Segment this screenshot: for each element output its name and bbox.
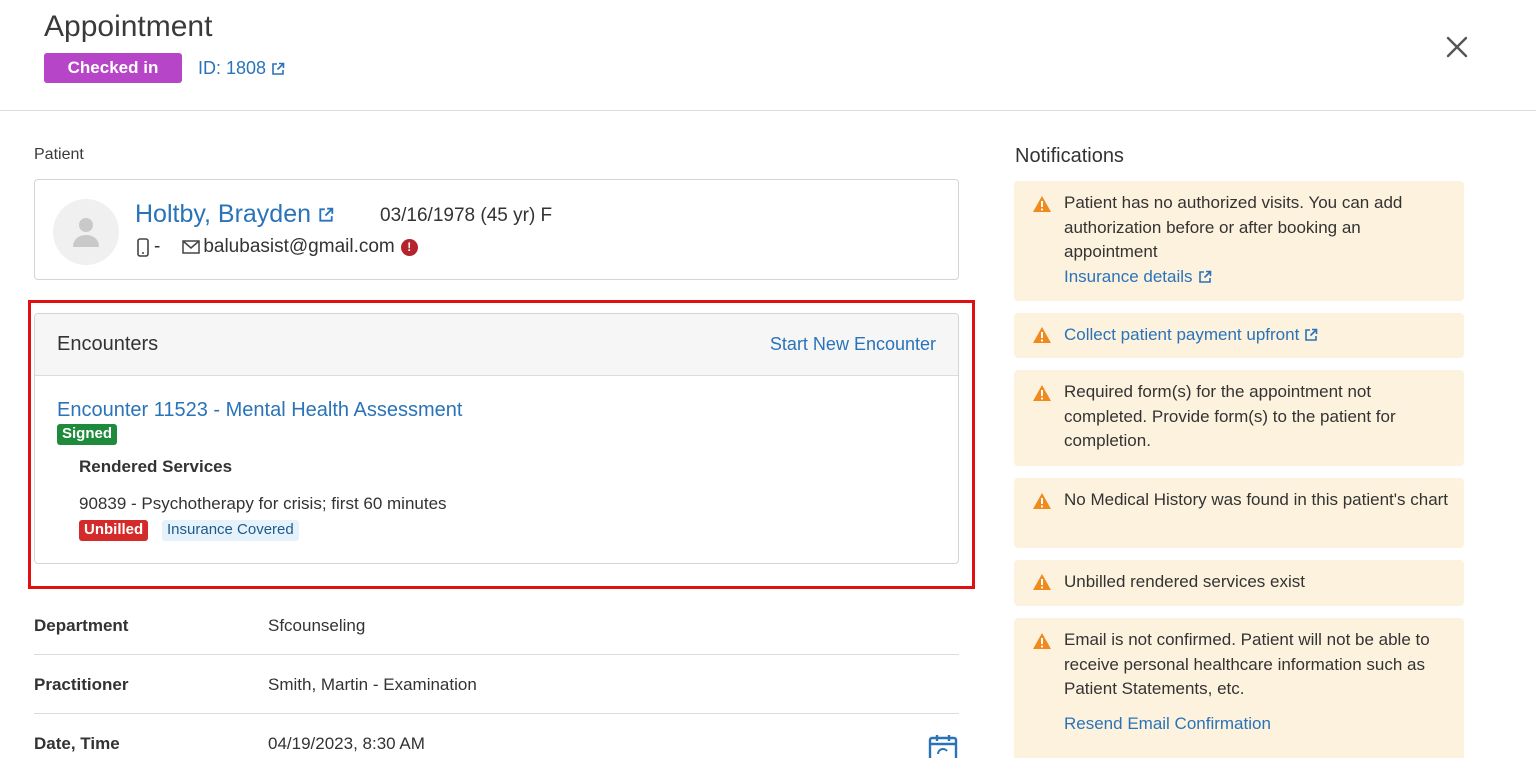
signed-badge: Signed	[57, 424, 118, 445]
detail-label: Practitioner	[34, 675, 129, 694]
notification-item: Collect patient payment upfront	[1014, 313, 1464, 358]
notification-text: Required form(s) for the appointment not…	[1064, 382, 1396, 450]
phone-icon	[137, 237, 149, 257]
phone-item: -	[137, 236, 160, 258]
patient-section-label: Patient	[34, 146, 84, 163]
warning-icon	[1033, 385, 1051, 401]
email-item: balubasist@gmail.com	[182, 236, 395, 258]
page-title: Appointment	[44, 10, 213, 43]
service-description: 90839 - Psychotherapy for crisis; first …	[79, 494, 447, 513]
start-new-encounter-button[interactable]: Start New Encounter	[770, 334, 936, 355]
notification-item: Patient has no authorized visits. You ca…	[1014, 181, 1464, 301]
notifications-title: Notifications	[1015, 145, 1124, 167]
appointment-id-label: ID: 1808	[198, 58, 267, 78]
link-label: Collect patient payment upfront	[1064, 325, 1300, 344]
insurance-details-link[interactable]: Insurance details	[1064, 265, 1212, 290]
external-link-icon	[1198, 270, 1211, 283]
patient-contact: - balubasist@gmail.com !	[137, 236, 418, 258]
insurance-covered-badge: Insurance Covered	[162, 520, 299, 541]
avatar	[53, 199, 119, 265]
detail-row-date-time: Date, Time 04/19/2023, 8:30 AM	[34, 714, 959, 758]
detail-label: Date, Time	[34, 734, 120, 753]
collect-payment-link[interactable]: Collect patient payment upfront	[1064, 323, 1318, 348]
close-icon	[1446, 36, 1468, 58]
user-icon	[73, 218, 99, 247]
resend-email-confirmation-link[interactable]: Resend Email Confirmation	[1064, 712, 1271, 737]
notification-text: No Medical History was found in this pat…	[1064, 490, 1449, 509]
encounter-link[interactable]: Encounter 11523 - Mental Health Assessme…	[57, 399, 462, 422]
patient-name: Holtby, Brayden	[135, 200, 312, 228]
external-link-icon	[272, 62, 285, 75]
notification-text: Patient has no authorized visits. You ca…	[1064, 193, 1403, 261]
calendar-refresh-icon	[928, 735, 958, 758]
warning-icon	[1033, 196, 1051, 212]
mail-icon	[182, 240, 201, 254]
patient-card: Holtby, Brayden 03/16/1978 (45 yr) F - b…	[34, 179, 959, 280]
warning-icon	[1033, 633, 1051, 649]
warning-icon	[1033, 574, 1051, 590]
close-button[interactable]	[1440, 30, 1474, 64]
notification-item: Required form(s) for the appointment not…	[1014, 370, 1464, 466]
modal-header: Appointment Checked in ID: 1808	[0, 0, 1536, 111]
email-error-icon: !	[400, 238, 418, 256]
link-label: Insurance details	[1064, 266, 1193, 286]
notification-text: Email is not confirmed. Patient will not…	[1064, 630, 1430, 698]
encounters-title: Encounters	[57, 333, 159, 355]
detail-row-practitioner: Practitioner Smith, Martin - Examination	[34, 655, 959, 714]
detail-value: Smith, Martin - Examination	[268, 675, 477, 694]
patient-email: balubasist@gmail.com	[203, 236, 395, 257]
notification-text: Unbilled rendered services exist	[1064, 572, 1305, 591]
appointment-id-link[interactable]: ID: 1808	[198, 58, 285, 79]
external-link-icon	[1305, 328, 1318, 342]
notification-item: No Medical History was found in this pat…	[1014, 478, 1464, 548]
notification-item: Email is not confirmed. Patient will not…	[1014, 618, 1464, 758]
external-link-icon	[319, 207, 334, 222]
detail-value: 04/19/2023, 8:30 AM	[268, 734, 425, 753]
notification-item: Unbilled rendered services exist	[1014, 560, 1464, 606]
detail-value: Sfcounseling	[268, 616, 366, 635]
encounters-card: Encounters Start New Encounter Encounter…	[34, 313, 959, 564]
unbilled-badge: Unbilled	[79, 520, 149, 541]
warning-icon	[1033, 327, 1051, 343]
patient-dob: 03/16/1978 (45 yr) F	[380, 205, 553, 226]
warning-icon	[1033, 493, 1051, 509]
detail-label: Department	[34, 616, 129, 635]
encounters-header: Encounters Start New Encounter	[35, 314, 958, 376]
reschedule-button[interactable]	[928, 733, 958, 758]
patient-name-link[interactable]: Holtby, Brayden	[135, 200, 334, 229]
patient-phone: -	[154, 236, 161, 257]
detail-row-department: Department Sfcounseling	[34, 596, 959, 655]
rendered-services-title: Rendered Services	[79, 457, 233, 476]
status-badge: Checked in	[44, 53, 182, 83]
